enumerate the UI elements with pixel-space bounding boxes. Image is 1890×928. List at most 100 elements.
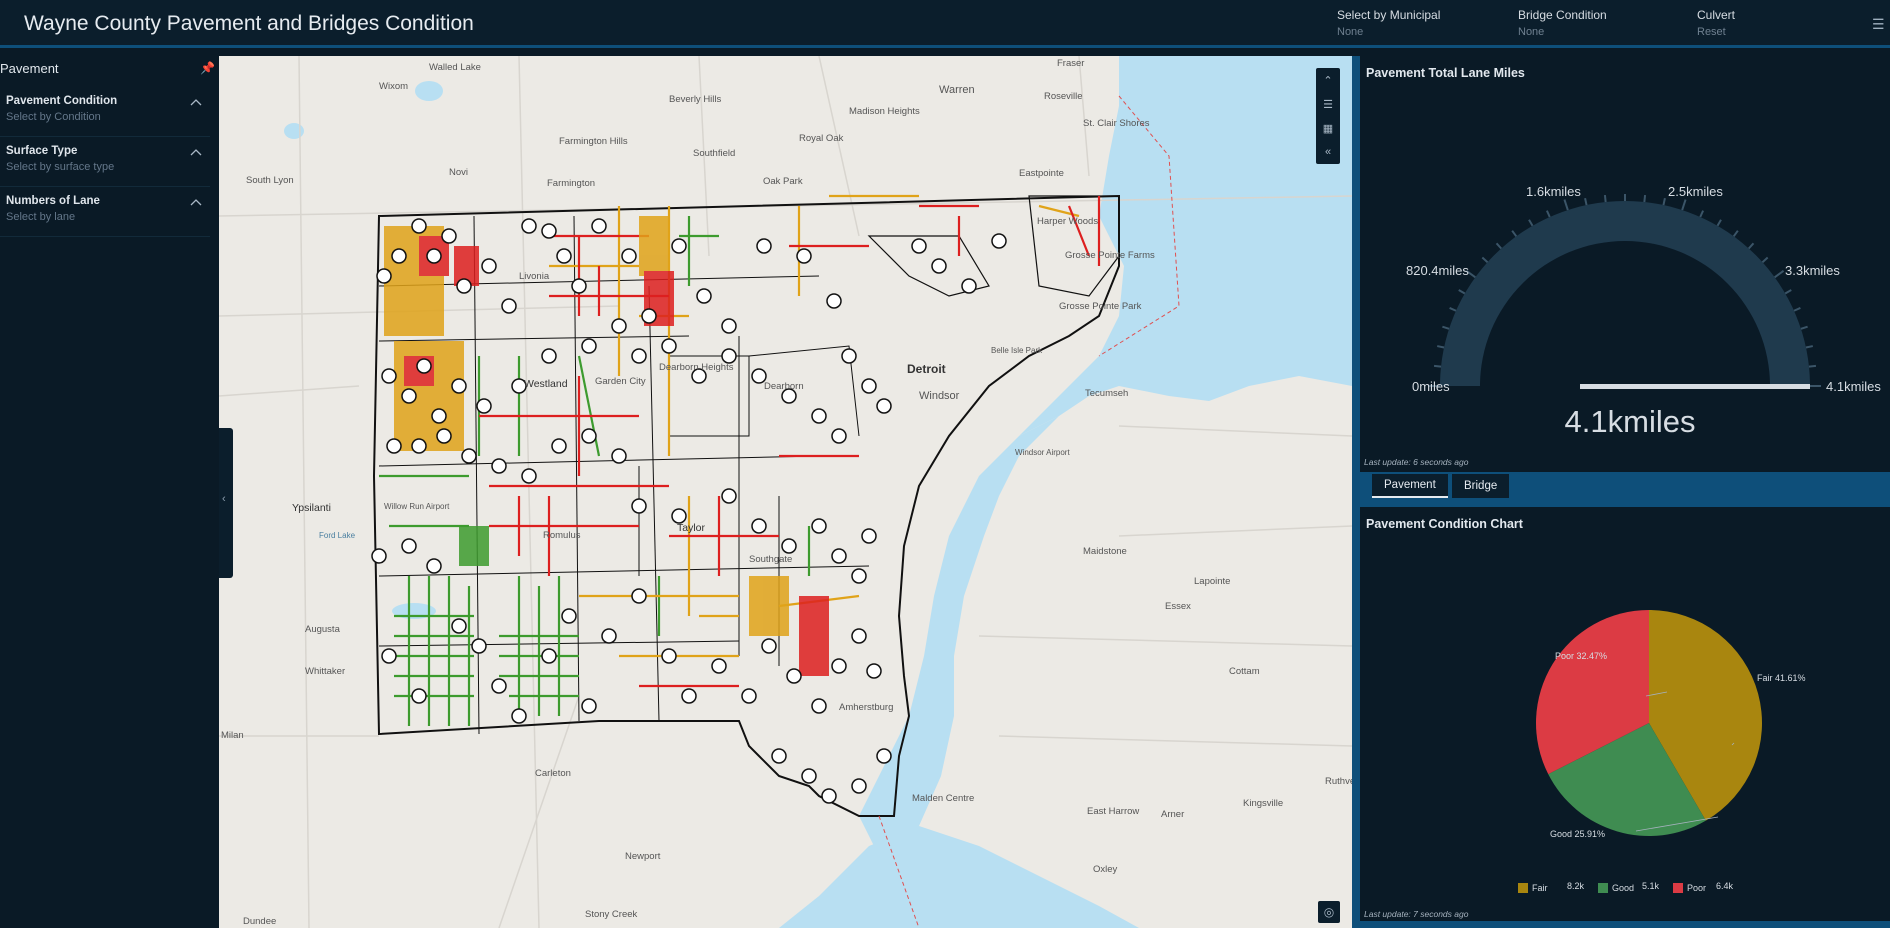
legend-label-poor: Poor [1687, 883, 1707, 893]
gauge-value: 4.1kmiles [1565, 404, 1696, 439]
bridge-condition-value: None [1518, 26, 1545, 38]
gauge-tick [1662, 197, 1666, 206]
map-label: Dundee [243, 916, 277, 927]
map-label: Ruthven [1325, 776, 1352, 787]
chevron-up-icon[interactable] [190, 97, 202, 109]
map-label: Stony Creek [585, 909, 638, 920]
list-icon[interactable]: ☰ [1316, 92, 1340, 116]
map-label: Southgate [749, 554, 793, 565]
culvert-reset[interactable]: Reset [1697, 26, 1735, 38]
gauge-tick [1458, 289, 1466, 295]
map-label: Westland [524, 378, 568, 390]
map-label: Novi [449, 167, 469, 178]
bottom-bar [1360, 921, 1890, 928]
filter-pavement-condition[interactable]: Pavement Condition Select by Condition [0, 87, 210, 137]
tab-bridge[interactable]: Bridge [1452, 474, 1510, 498]
legend-value-fair: 8.2k [1567, 881, 1585, 891]
gauge-tick [1681, 199, 1687, 211]
map-label: Romulus [543, 530, 581, 541]
map-label: Detroit [907, 362, 946, 376]
map-label: Grosse Pointe Farms [1065, 250, 1155, 261]
hamburger-icon[interactable]: ☰ [1872, 16, 1885, 33]
gauge-panel: Pavement Total Lane Miles 0miles 820.4mi… [1360, 56, 1890, 472]
map-label: Augusta [305, 624, 340, 635]
double-chevron-left-icon[interactable]: « [1316, 140, 1340, 164]
legend-swatch-good [1598, 883, 1608, 893]
chevron-up-icon[interactable] [190, 147, 202, 159]
pie-label-poor: Poor 32.47% [1555, 651, 1607, 661]
panel-collapse-handle[interactable]: ‹ [219, 428, 233, 578]
map-label: Belle Isle Park [991, 346, 1043, 355]
filter-label: Pavement Condition [6, 95, 118, 107]
gauge-tick [1495, 242, 1502, 250]
gauge-track [1440, 201, 1810, 386]
chevron-up-icon[interactable] [190, 197, 202, 209]
legend-label-fair: Fair [1532, 883, 1548, 893]
filter-panel: Pavement 📌 Pavement Condition Select by … [0, 51, 219, 928]
gauge-tick [1774, 269, 1785, 279]
legend-label-good: Good [1612, 883, 1635, 893]
map-label: Madison Heights [849, 106, 920, 117]
map-label: Farmington Hills [559, 136, 628, 147]
gauge-chart: 0miles 820.4miles 1.6kmiles 2.5kmiles 3.… [1406, 184, 1881, 439]
gauge-tick [1436, 345, 1445, 349]
legend-swatch-fair [1518, 883, 1528, 893]
map-label: Roseville [1044, 91, 1083, 102]
app-header: Wayne County Pavement and Bridges Condit… [0, 0, 1890, 48]
chevron-left-icon: ‹ [222, 493, 226, 505]
legend-value-good: 5.1k [1642, 881, 1660, 891]
map-label: Carleton [535, 768, 571, 779]
pie-panel: Pavement Condition Chart Fair 41.61% Goo… [1360, 507, 1890, 923]
gauge-tick [1716, 219, 1722, 227]
municipal-selector[interactable]: Select by Municipal None [1337, 8, 1440, 38]
filter-label: Numbers of Lane [6, 195, 100, 207]
pie-label-good: Good 25.91% [1550, 829, 1605, 839]
map-label: Windsor Airport [1015, 448, 1070, 457]
filter-placeholder: Select by surface type [6, 161, 115, 173]
gauge-tick [1603, 194, 1607, 203]
pie-last-update: Last update: 7 seconds ago [1364, 909, 1469, 919]
map-label: Garden City [595, 376, 646, 387]
gauge-tick [1481, 256, 1489, 263]
map-label: Arner [1161, 809, 1185, 820]
filter-surface-type[interactable]: Surface Type Select by surface type [0, 137, 210, 187]
gauge-tick [1805, 345, 1814, 349]
grid-icon[interactable]: ▦ [1316, 116, 1340, 140]
map-label: Taylor [677, 522, 706, 534]
map-view[interactable]: Walled Lake Wixom Beverly Hills Fraser W… [219, 56, 1352, 928]
map-label: Windsor [919, 390, 960, 402]
gauge-tick [1808, 364, 1817, 368]
map-label: Ypsilanti [292, 502, 331, 514]
gauge-tick [1563, 199, 1569, 211]
gauge-value-bar [1580, 384, 1810, 389]
map-label: Kingsville [1243, 798, 1284, 809]
municipal-selector-value: None [1337, 26, 1364, 38]
pie-legend: Fair 8.2k Good 5.1k Poor 6.4k [1518, 881, 1778, 897]
filter-placeholder: Select by Condition [6, 111, 101, 123]
gauge-tick [1761, 256, 1769, 263]
gauge-tick [1442, 325, 1450, 330]
filter-numbers-of-lane[interactable]: Numbers of Lane Select by lane [0, 187, 210, 237]
locate-icon[interactable]: ◎ [1318, 901, 1340, 923]
gauge-tick [1699, 210, 1705, 218]
filter-panel-title: Pavement [0, 61, 59, 76]
gauge-tick [1449, 306, 1457, 312]
collapse-up-icon[interactable]: ⌃ [1316, 68, 1340, 92]
municipal-selector-label: Select by Municipal [1337, 8, 1441, 22]
map-label: Malden Centre [912, 793, 975, 804]
map-label: Dearborn Heights [659, 362, 734, 373]
map-label: Willow Run Airport [384, 502, 450, 511]
app-title: Wayne County Pavement and Bridges Condit… [24, 12, 474, 35]
map-label: South Lyon [246, 175, 294, 186]
tab-pavement[interactable]: Pavement [1372, 474, 1448, 498]
bridge-condition-selector[interactable]: Bridge Condition None [1518, 8, 1607, 38]
legend-value-poor: 6.4k [1716, 881, 1734, 891]
map-label: Whittaker [305, 666, 346, 677]
map-label: East Harrow [1087, 806, 1140, 817]
map-label: Beverly Hills [669, 94, 722, 105]
culvert-selector[interactable]: Culvert Reset [1697, 8, 1735, 38]
map-label: Fraser [1057, 58, 1085, 69]
pin-icon[interactable]: 📌 [200, 61, 215, 75]
gauge-tick [1748, 242, 1755, 250]
pie-label-fair: Fair 41.61% [1757, 673, 1806, 683]
